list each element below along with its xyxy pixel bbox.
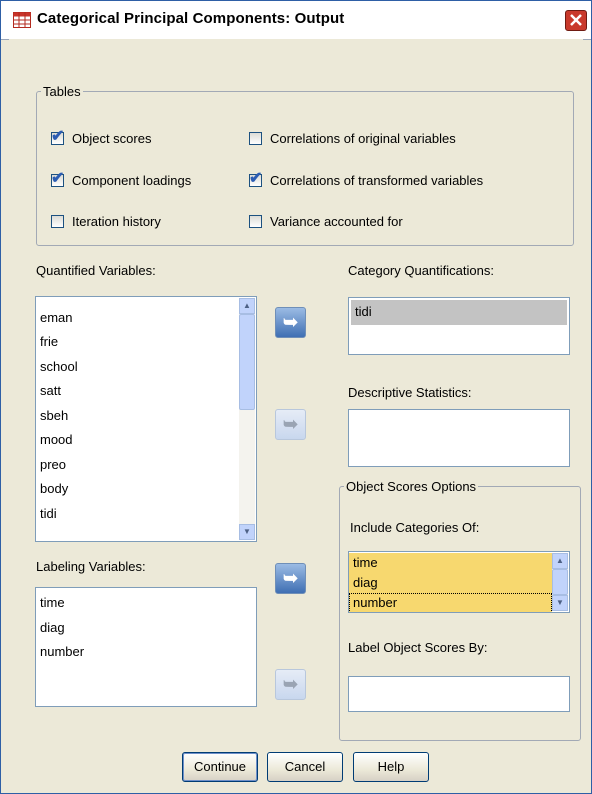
descriptive-statistics-label: Descriptive Statistics: [348, 385, 472, 400]
labeling-variables-label: Labeling Variables: [36, 559, 146, 574]
checkbox-box [51, 215, 64, 228]
title-bar[interactable]: Categorical Principal Components: Output [1, 1, 591, 40]
list-item[interactable]: number [36, 640, 256, 665]
move-to-include-categories-button[interactable]: ➥ [275, 563, 306, 594]
arrow-left-icon: ➥ [282, 312, 299, 332]
continue-button[interactable]: Continue [182, 752, 258, 782]
list-item[interactable]: tidi [36, 502, 239, 527]
move-to-category-quantifications-button[interactable]: ➥ [275, 307, 306, 338]
help-button[interactable]: Help [353, 752, 429, 782]
variance-accounted-label: Variance accounted for [270, 214, 403, 229]
list-item[interactable]: satt [36, 379, 239, 404]
scroll-thumb[interactable] [552, 569, 568, 595]
category-quantifications-label: Category Quantifications: [348, 263, 494, 278]
object-scores-checkbox[interactable]: ✔ Object scores [51, 128, 152, 146]
cancel-label: Cancel [284, 759, 326, 774]
correlations-transformed-label: Correlations of transformed variables [270, 173, 484, 188]
arrow-left-icon: ➥ [282, 568, 299, 588]
scroll-down-icon[interactable]: ▼ [552, 595, 568, 611]
labeling-variables-list[interactable]: time diag number [35, 587, 257, 707]
quantified-variables-list[interactable]: name eman frie school satt sbeh mood pre… [35, 296, 257, 542]
correlations-original-label: Correlations of original variables [270, 131, 456, 146]
category-quantifications-list[interactable]: tidi [348, 297, 570, 355]
checkbox-box [249, 132, 262, 145]
label-object-scores-by-list[interactable] [348, 676, 570, 712]
list-item[interactable]: time [349, 553, 552, 573]
dialog-body: Tables ✔ Object scores ✔ Component loadi… [9, 39, 583, 785]
continue-label: Continue [193, 759, 247, 774]
tables-legend: Tables [43, 84, 81, 99]
iteration-history-checkbox[interactable]: Iteration history [51, 214, 161, 229]
checkbox-box: ✔ [249, 170, 263, 187]
arrow-right-icon: ➥ [282, 674, 299, 694]
close-button[interactable] [565, 10, 587, 31]
iteration-history-label: Iteration history [72, 214, 161, 229]
list-item[interactable]: school [36, 355, 239, 380]
object-scores-options-legend: Object Scores Options [346, 479, 477, 494]
scroll-thumb[interactable] [239, 314, 255, 410]
correlations-original-checkbox[interactable]: Correlations of original variables [249, 131, 456, 146]
list-item[interactable]: frie [36, 330, 239, 355]
help-label: Help [377, 759, 405, 774]
quantified-variables-label: Quantified Variables: [36, 263, 156, 278]
check-icon: ✔ [51, 128, 65, 145]
move-to-descriptive-statistics-button[interactable]: ➥ [275, 409, 306, 440]
move-to-label-object-scores-button[interactable]: ➥ [275, 669, 306, 700]
list-item[interactable]: mood [36, 428, 239, 453]
correlations-transformed-checkbox[interactable]: ✔ Correlations of transformed variables [249, 170, 484, 188]
scroll-up-icon[interactable]: ▲ [239, 298, 255, 314]
arrow-right-icon: ➥ [282, 414, 299, 434]
scroll-down-icon[interactable]: ▼ [239, 524, 255, 540]
component-loadings-checkbox[interactable]: ✔ Component loadings [51, 170, 192, 188]
list-item[interactable]: diag [349, 573, 552, 593]
list-item[interactable]: name [36, 297, 239, 306]
list-item[interactable]: diag [36, 616, 256, 641]
check-icon: ✔ [249, 170, 263, 187]
include-categories-label: Include Categories Of: [350, 520, 480, 535]
list-item[interactable]: time [36, 591, 256, 616]
component-loadings-label: Component loadings [72, 173, 192, 188]
checkbox-box: ✔ [51, 128, 65, 145]
label-object-scores-by-label: Label Object Scores By: [348, 640, 488, 655]
dialog-window: Categorical Principal Components: Output… [0, 0, 592, 794]
scroll-up-icon[interactable]: ▲ [552, 553, 568, 569]
cancel-button[interactable]: Cancel [267, 752, 343, 782]
check-icon: ✔ [51, 170, 65, 187]
window-title: Categorical Principal Components: Output [37, 10, 345, 27]
list-item[interactable]: preo [36, 453, 239, 478]
table-app-icon [13, 12, 31, 28]
checkbox-box [249, 215, 262, 228]
list-item[interactable]: body [36, 477, 239, 502]
vertical-scrollbar[interactable]: ▲ ▼ [552, 553, 568, 611]
list-item[interactable]: sbeh [36, 404, 239, 429]
list-item[interactable]: number [349, 593, 552, 612]
variance-accounted-checkbox[interactable]: Variance accounted for [249, 214, 403, 229]
list-item[interactable]: tidi [351, 300, 567, 325]
vertical-scrollbar[interactable]: ▲ ▼ [239, 298, 255, 540]
close-icon [570, 14, 582, 26]
object-scores-label: Object scores [72, 131, 152, 146]
include-categories-list[interactable]: time diag number ▲ ▼ [348, 551, 570, 613]
list-item[interactable]: eman [36, 306, 239, 331]
checkbox-box: ✔ [51, 170, 65, 187]
descriptive-statistics-list[interactable] [348, 409, 570, 467]
